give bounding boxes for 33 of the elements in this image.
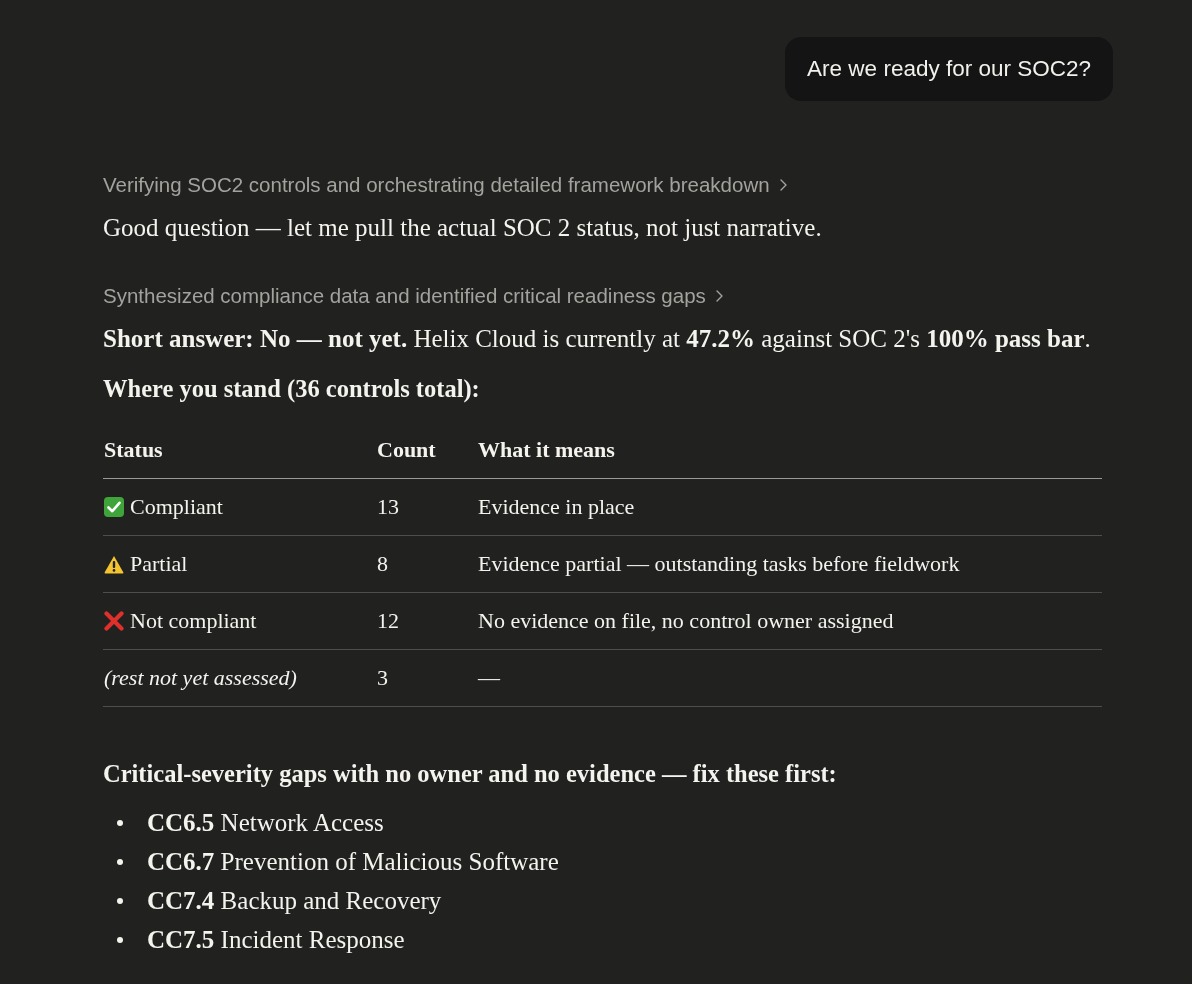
table-cell: Evidence partial — outstanding tasks before fieldwork: [477, 535, 1102, 593]
bullet-icon: [117, 897, 123, 904]
section-heading: Critical-severity gaps with no owner and no evidence — fix these first:: [103, 759, 838, 789]
table-cell: 12: [376, 592, 477, 650]
status-label: Compliant: [130, 494, 223, 520]
check-mark-icon: [104, 497, 124, 517]
table-cell: 8: [376, 535, 477, 593]
bullet-icon: [117, 858, 123, 865]
warning-icon: [104, 554, 124, 574]
section-heading: Where you stand (36 controls total):: [103, 374, 481, 404]
list-item-text: CC6.5 Network Access: [147, 808, 384, 837]
bullet-icon: [117, 819, 123, 826]
column-header: Count: [376, 422, 477, 479]
table-cell: No evidence on file, no control owner assigned: [477, 592, 1102, 650]
status-label: Partial: [130, 551, 188, 577]
response-paragraph: Short answer: No — not yet. Helix Cloud is currently at 47.2% against SOC 2's 100% pass bar.: [103, 324, 1092, 354]
table-cell: Evidence in place: [477, 478, 1102, 536]
message-bubble: Are we ready for our SOC2?: [785, 37, 1113, 101]
column-header: Status: [103, 422, 376, 479]
thinking-toggle[interactable]: Verifying SOC2 controls and orchestrating detailed framework breakdown: [103, 172, 787, 198]
column-header: What it means: [477, 422, 1102, 479]
list-item-text: CC6.7 Prevention of Malicious Software: [147, 847, 559, 876]
table-cell: 13: [376, 478, 477, 536]
table-cell: —: [477, 649, 1102, 707]
status-label: (rest not yet assessed): [104, 665, 297, 691]
status-label: Not compliant: [130, 608, 257, 634]
bullet-icon: [117, 936, 123, 943]
list-item-text: CC7.5 Incident Response: [147, 925, 405, 954]
response-paragraph: Good question — let me pull the actual SOC 2 status, not just narrative.: [103, 213, 823, 243]
list-item-text: CC7.4 Backup and Recovery: [147, 886, 442, 915]
table-cell: 3: [376, 649, 477, 707]
thinking-toggle[interactable]: Synthesized compliance data and identified critical readiness gaps: [103, 283, 723, 309]
cross-mark-icon: [104, 611, 124, 631]
